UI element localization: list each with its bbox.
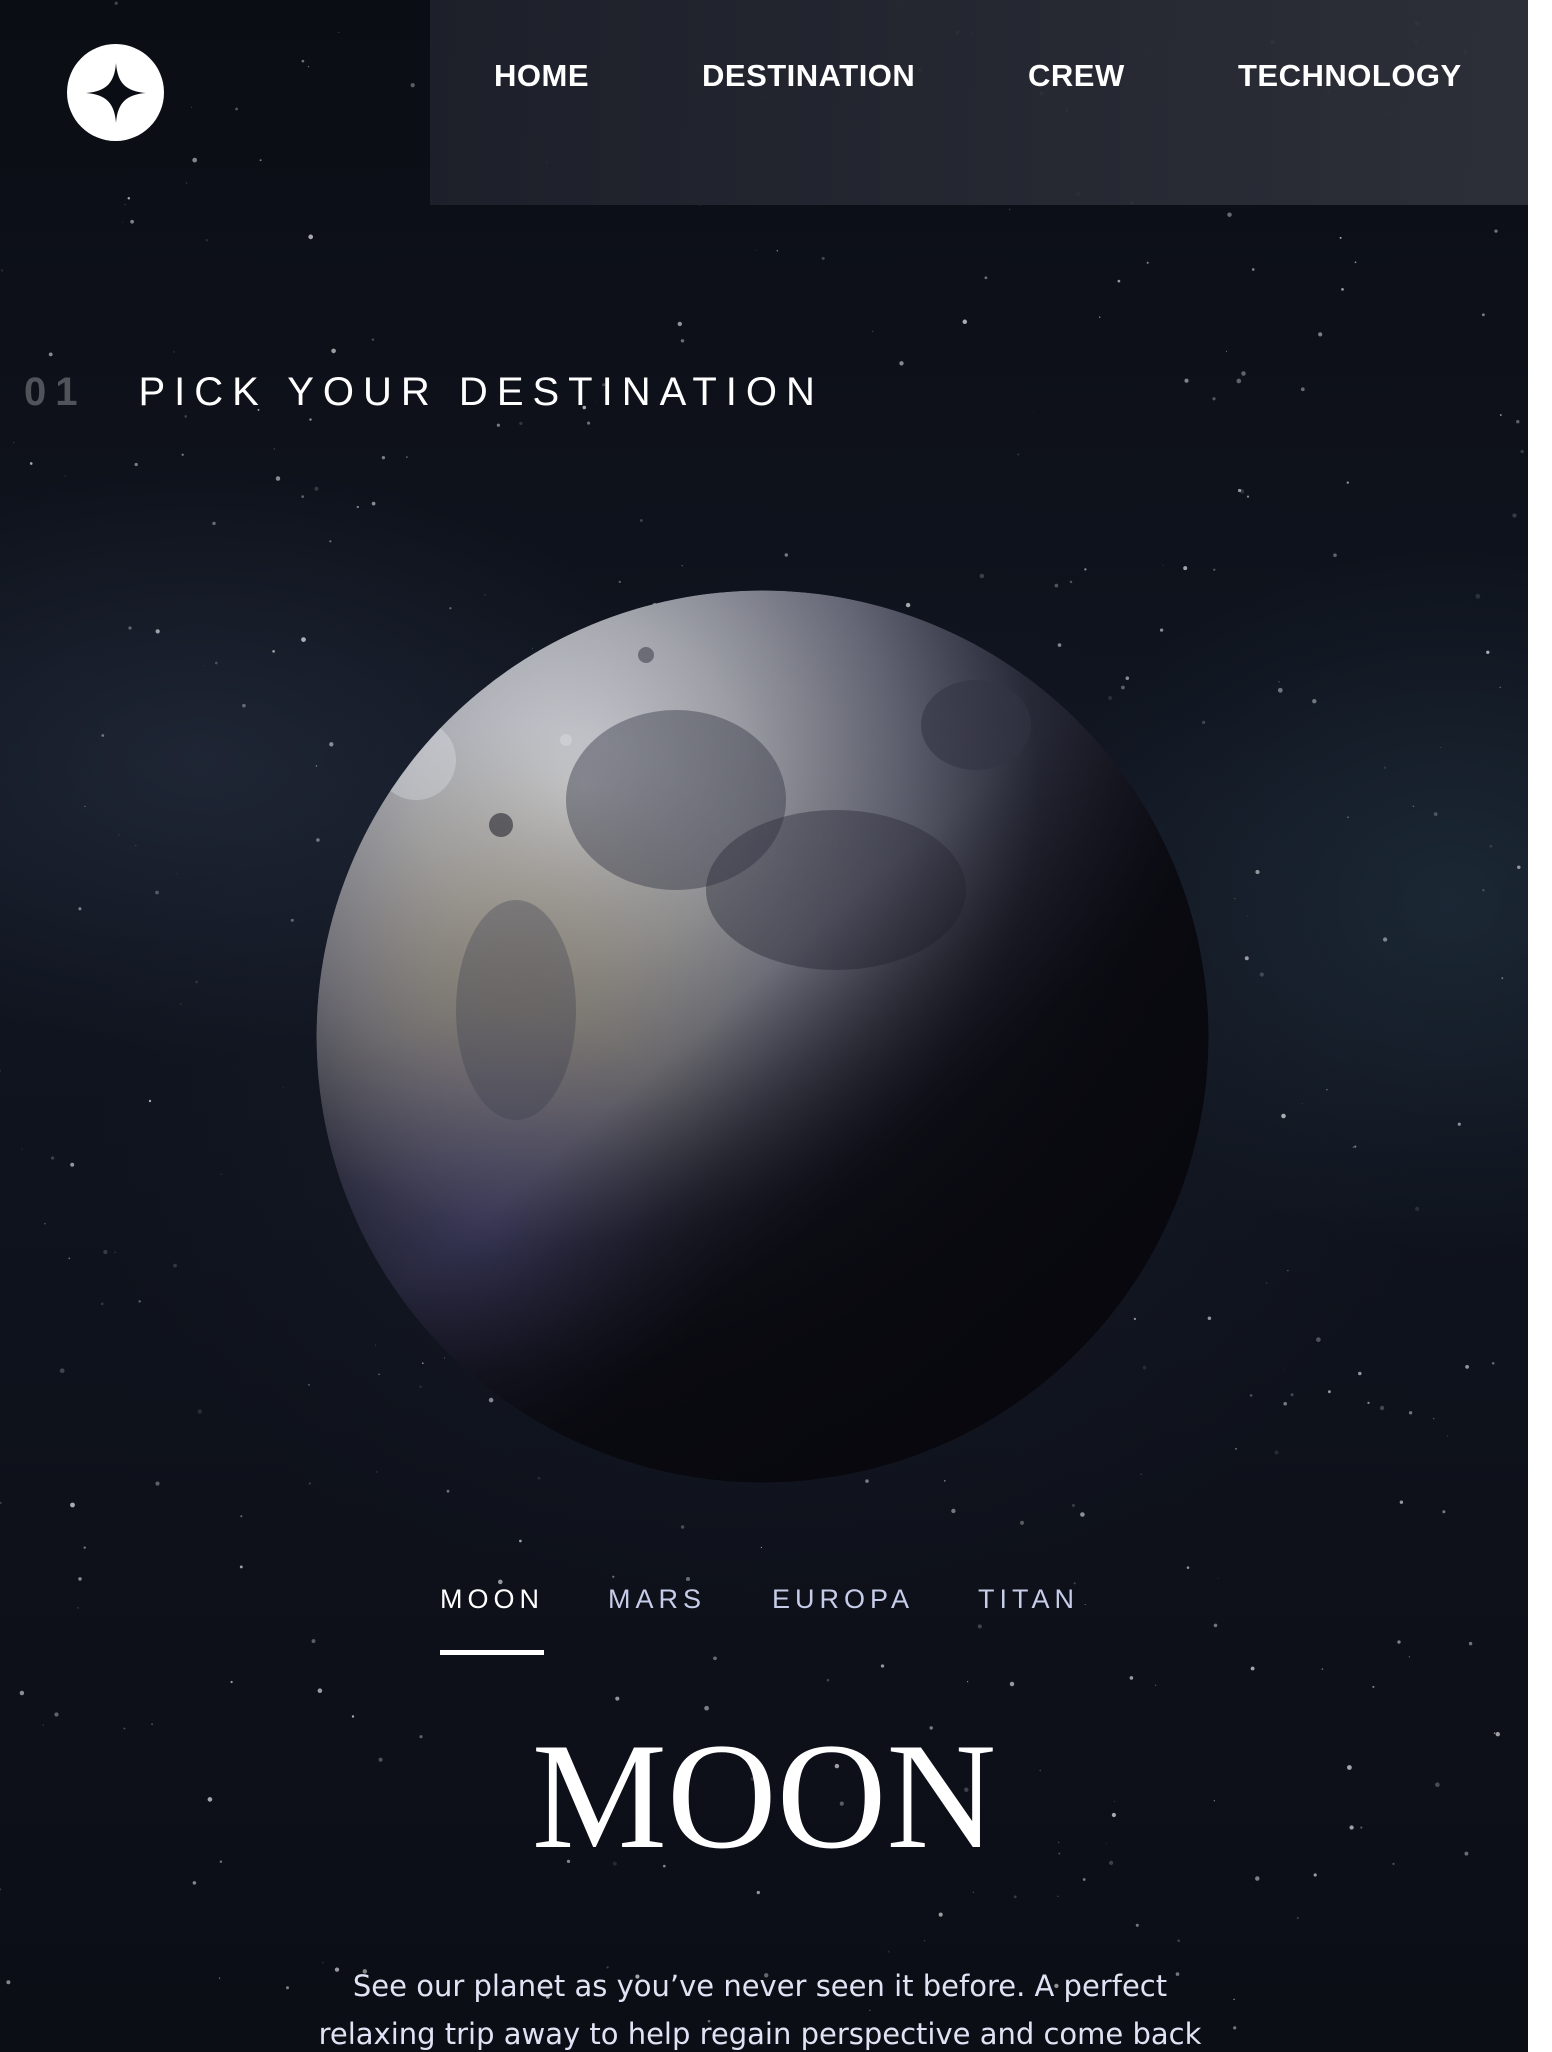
tab-europa[interactable]: EUROPA	[772, 1584, 914, 1615]
active-tab-indicator	[440, 1650, 544, 1655]
nav-link-home[interactable]: HOME	[494, 58, 589, 94]
four-point-star-icon	[85, 62, 146, 123]
nav-link-destination[interactable]: DESTINATION	[702, 58, 915, 94]
logo[interactable]	[67, 44, 164, 141]
page-title: PICK YOUR DESTINATION	[138, 370, 824, 414]
tab-titan[interactable]: TITAN	[978, 1584, 1079, 1615]
tab-moon[interactable]: MOON	[440, 1584, 544, 1615]
page-background: HOME DESTINATION CREW TECHNOLOGY 01 PICK …	[0, 0, 1528, 2052]
destination-description: See our planet as you’ve never seen it b…	[318, 1969, 1202, 2051]
page-heading: 01 PICK YOUR DESTINATION	[24, 370, 824, 415]
nav-link-crew[interactable]: CREW	[1028, 58, 1125, 94]
page-number: 01	[24, 370, 87, 414]
nav-link-technology[interactable]: TECHNOLOGY	[1238, 58, 1462, 94]
tab-mars[interactable]: MARS	[608, 1584, 706, 1615]
moon-image	[316, 590, 1209, 1483]
destination-name: MOON	[531, 1712, 997, 1880]
main-navigation: HOME DESTINATION CREW TECHNOLOGY	[430, 0, 1528, 205]
